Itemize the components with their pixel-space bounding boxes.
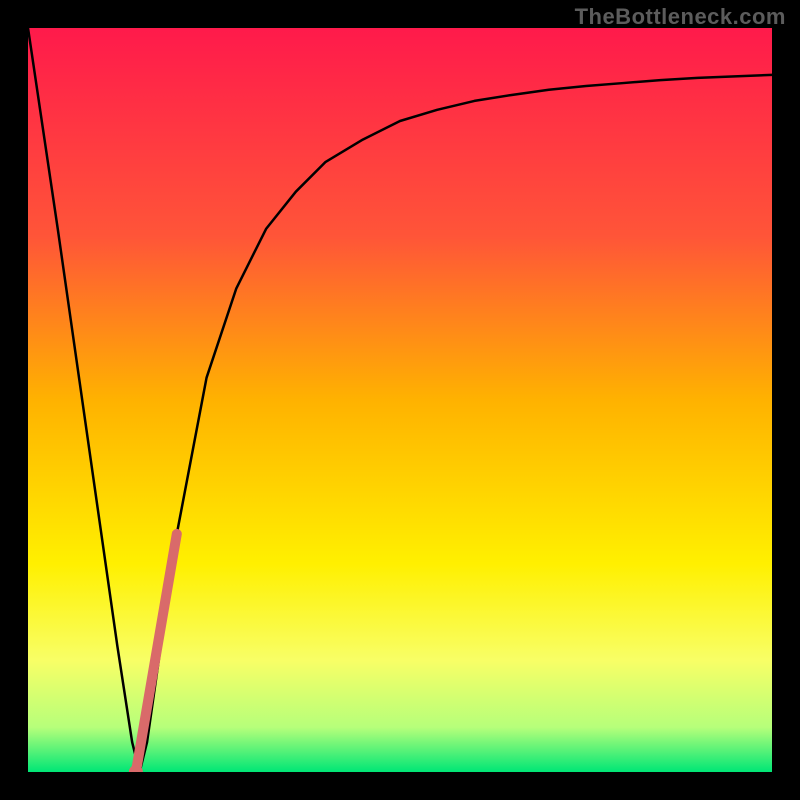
chart-frame: TheBottleneck.com	[0, 0, 800, 800]
watermark-text: TheBottleneck.com	[575, 4, 786, 30]
chart-background	[28, 28, 772, 772]
chart-plot-area	[28, 28, 772, 772]
